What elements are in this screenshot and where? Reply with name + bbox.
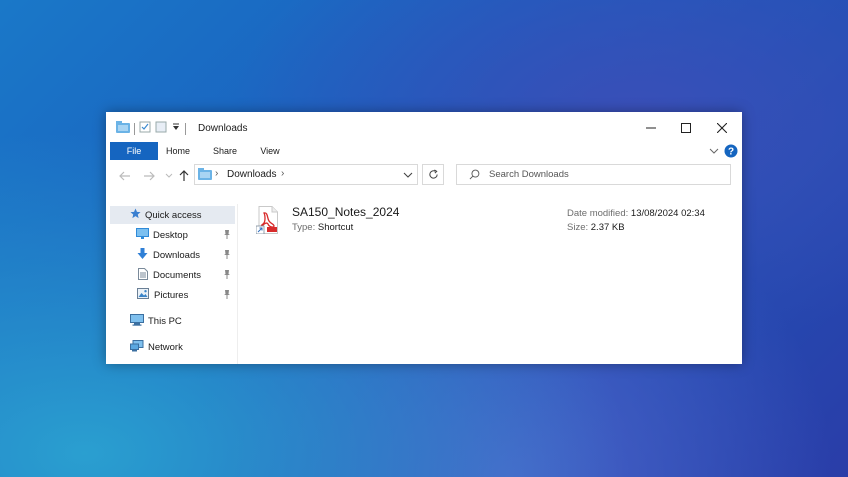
maximize-button[interactable] — [668, 112, 704, 144]
sidebar-item-label: Quick access — [145, 209, 202, 221]
ribbon-tabs: File Home Share View ? — [106, 142, 742, 160]
file-name: SA150_Notes_2024 — [292, 205, 400, 219]
window-title: Downloads — [198, 123, 248, 134]
up-arrow-icon — [179, 170, 189, 181]
toolbar-separator — [185, 122, 186, 135]
sidebar-item-this-pc[interactable]: This PC — [110, 312, 235, 330]
minimize-button[interactable] — [633, 112, 669, 144]
quick-access-toolbar — [116, 121, 186, 136]
up-button[interactable] — [177, 169, 191, 183]
sidebar-item-label: Pictures — [154, 289, 189, 301]
sidebar-item-downloads[interactable]: Downloads — [110, 246, 235, 264]
pin-icon[interactable] — [223, 270, 231, 282]
star-icon — [130, 208, 141, 222]
close-button[interactable] — [704, 112, 740, 144]
pin-icon[interactable] — [223, 250, 231, 262]
search-input[interactable]: Search Downloads — [456, 164, 731, 185]
file-type-label: Type: — [292, 222, 316, 233]
expand-ribbon-icon[interactable] — [709, 146, 719, 159]
tab-file[interactable]: File — [110, 142, 158, 160]
pin-icon[interactable] — [223, 290, 231, 302]
sidebar-item-documents[interactable]: Documents — [110, 266, 235, 284]
toolbar-separator — [134, 122, 135, 135]
properties-icon[interactable] — [139, 121, 151, 136]
sidebar-item-pictures[interactable]: Pictures — [110, 286, 235, 304]
sidebar-item-desktop[interactable]: Desktop — [110, 226, 235, 244]
refresh-button[interactable] — [422, 164, 444, 185]
tab-home[interactable]: Home — [162, 142, 194, 160]
file-type: Type: Shortcut — [292, 222, 353, 233]
sidebar-item-label: This PC — [148, 315, 182, 327]
address-bar[interactable]: › Downloads › — [194, 164, 418, 185]
forward-arrow-icon — [144, 171, 155, 181]
chevron-down-icon — [165, 173, 173, 178]
search-icon — [469, 169, 480, 183]
desktop-folder-icon — [136, 228, 149, 242]
forward-button[interactable] — [142, 169, 156, 183]
pin-icon[interactable] — [223, 230, 231, 242]
pdf-shortcut-icon — [255, 206, 280, 237]
network-icon — [130, 339, 144, 355]
new-folder-icon[interactable] — [155, 121, 167, 136]
file-date-modified: Date modified: 13/08/2024 02:34 — [567, 208, 705, 219]
sidebar-item-label: Desktop — [153, 229, 188, 241]
refresh-icon — [428, 169, 438, 179]
sidebar-item-network[interactable]: Network — [110, 338, 235, 356]
file-size: Size: 2.37 KB — [567, 222, 625, 233]
minimize-icon — [646, 127, 656, 129]
file-date-label: Date modified: — [567, 208, 629, 219]
file-explorer-window: Downloads File Home Share View ? › Downl… — [106, 112, 742, 364]
downloads-location-icon — [198, 168, 212, 183]
recent-locations-button[interactable] — [162, 169, 176, 183]
breadcrumb-separator-icon: › — [215, 168, 219, 179]
file-type-value: Shortcut — [317, 222, 354, 233]
svg-text:?: ? — [728, 147, 734, 158]
customize-toolbar-dropdown-icon[interactable] — [171, 122, 181, 135]
close-icon — [717, 123, 727, 133]
sidebar-item-label: Network — [148, 341, 183, 353]
sidebar-item-label: Downloads — [153, 249, 200, 261]
back-arrow-icon — [119, 171, 130, 181]
file-date-value: 13/08/2024 02:34 — [630, 208, 705, 219]
file-size-value: 2.37 KB — [590, 222, 625, 233]
sidebar-item-label: Documents — [153, 269, 202, 281]
list-item[interactable]: SA150_Notes_2024 Type: Shortcut Date mod… — [246, 204, 726, 242]
breadcrumb-chevron-icon[interactable]: › — [281, 168, 284, 179]
navigation-pane: Quick access Desktop Downloads Documents… — [110, 204, 238, 364]
documents-icon — [138, 267, 148, 283]
file-size-label: Size: — [567, 222, 589, 233]
address-row: › Downloads › Search Downloads — [106, 162, 742, 190]
title-bar: Downloads — [106, 112, 742, 144]
breadcrumb-downloads[interactable]: Downloads — [227, 169, 276, 180]
sidebar-item-quick-access[interactable]: Quick access — [110, 206, 235, 224]
tab-view[interactable]: View — [254, 142, 286, 160]
file-list: SA150_Notes_2024 Type: Shortcut Date mod… — [238, 204, 742, 244]
search-placeholder: Search Downloads — [489, 169, 569, 180]
download-arrow-icon — [137, 247, 148, 263]
pictures-icon — [137, 288, 149, 302]
folder-app-icon — [116, 121, 130, 136]
computer-icon — [130, 313, 144, 329]
tab-share[interactable]: Share — [207, 142, 243, 160]
address-history-dropdown-icon[interactable] — [403, 170, 413, 183]
maximize-icon — [681, 123, 691, 133]
back-button[interactable] — [118, 169, 132, 183]
help-icon[interactable]: ? — [724, 144, 738, 161]
